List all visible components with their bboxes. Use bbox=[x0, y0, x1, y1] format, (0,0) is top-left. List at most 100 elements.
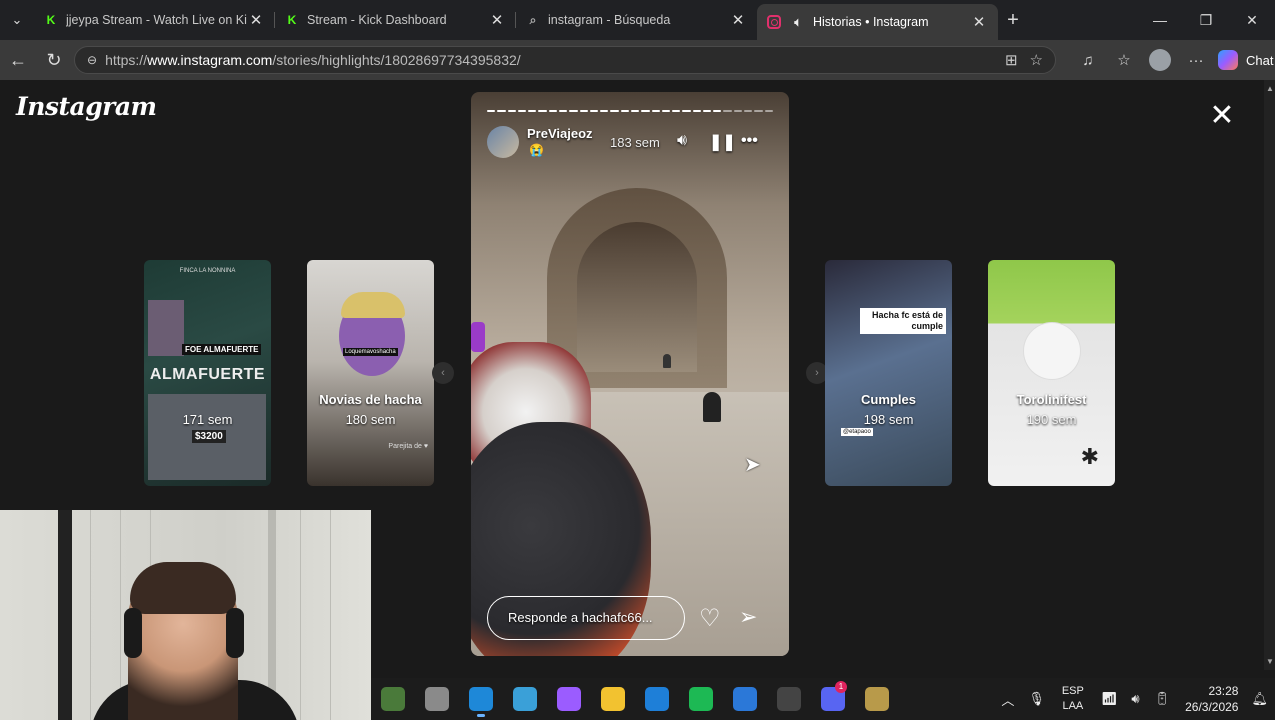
highlight-name: Novias de hacha bbox=[319, 392, 422, 407]
new-tab-plus-icon[interactable]: + bbox=[998, 9, 1028, 32]
league-icon[interactable] bbox=[855, 678, 899, 720]
highlight-preview-1[interactable]: FINCA LA NONNINA FOE ALMAFUERTE ALMAFUER… bbox=[144, 260, 271, 486]
overlay-tag: Parejita de ♥ bbox=[388, 443, 428, 450]
task-view-icon[interactable] bbox=[415, 678, 459, 720]
file-explorer-glyph bbox=[601, 687, 625, 711]
progress-segment bbox=[487, 110, 496, 112]
copilot-icon[interactable] bbox=[547, 678, 591, 720]
url-field[interactable]: ⊖ https://www.instagram.com/stories/high… bbox=[74, 46, 1056, 74]
story-username[interactable]: PreViajeoz bbox=[527, 126, 593, 141]
back-arrow-icon[interactable]: ← bbox=[0, 40, 36, 80]
blind-line bbox=[90, 510, 91, 720]
spotify-icon[interactable] bbox=[679, 678, 723, 720]
close-stories-icon[interactable]: ✕ bbox=[1207, 101, 1237, 131]
battery-icon[interactable]: 🔋︎ bbox=[1154, 691, 1171, 707]
minimize-icon[interactable]: — bbox=[1137, 0, 1183, 40]
notes-icon[interactable] bbox=[635, 678, 679, 720]
site-info-icon[interactable]: ⊖ bbox=[87, 53, 97, 67]
progress-segment bbox=[600, 110, 609, 112]
obs-icon[interactable] bbox=[767, 678, 811, 720]
close-tab-icon[interactable]: ✕ bbox=[729, 11, 747, 29]
close-tab-icon[interactable]: ✕ bbox=[970, 13, 988, 31]
microphone-icon[interactable]: 🎙︎ bbox=[1028, 691, 1045, 707]
favorites-icon[interactable]: ☆ bbox=[1106, 40, 1142, 80]
input-language[interactable]: ESP LAA bbox=[1062, 684, 1084, 714]
restore-icon[interactable]: ❐ bbox=[1183, 0, 1229, 40]
copilot-label: Chat bbox=[1246, 52, 1274, 68]
overlay-label: Hacha fc está de cumple bbox=[860, 308, 946, 334]
headphone-icon bbox=[226, 608, 244, 658]
close-tab-icon[interactable]: ✕ bbox=[247, 11, 265, 29]
notification-badge: 1 bbox=[835, 681, 847, 693]
discord-icon[interactable]: 1 bbox=[811, 678, 855, 720]
close-window-icon[interactable]: ✕ bbox=[1229, 0, 1275, 40]
reload-icon[interactable]: ↻ bbox=[36, 40, 72, 80]
more-menu-icon[interactable]: ··· bbox=[1178, 40, 1214, 80]
volume-icon[interactable]: 🔊︎ bbox=[1131, 691, 1139, 707]
active-story[interactable]: PreViajeoz 😭 183 sem 🔊︎ ❚❚ ••• Responde … bbox=[471, 92, 789, 656]
more-options-icon[interactable]: ••• bbox=[741, 132, 758, 150]
progress-segment bbox=[764, 110, 773, 112]
highlight-preview-3[interactable]: Hacha fc está de cumple @etapaoo Cumples… bbox=[825, 260, 952, 486]
tab-instagram-search[interactable]: ⌕ instagram - Búsqueda ✕ bbox=[516, 0, 757, 40]
overlay-sticker: @etapaoo bbox=[841, 428, 873, 436]
clock[interactable]: 23:28 26/3/2026 bbox=[1185, 683, 1238, 715]
reply-input[interactable]: Responde a hachafc66... bbox=[487, 596, 685, 640]
search-icon: ⌕ bbox=[529, 12, 537, 27]
progress-segment bbox=[528, 110, 537, 112]
send-icon[interactable]: ➢ bbox=[739, 604, 757, 630]
edge-icon[interactable] bbox=[459, 678, 503, 720]
wifi-icon[interactable]: 📶︎ bbox=[1101, 691, 1118, 707]
notifications-icon[interactable]: 🔔︎ bbox=[1251, 691, 1268, 707]
obs-glyph bbox=[777, 687, 801, 711]
tab-kick-dashboard[interactable]: K Stream - Kick Dashboard ✕ bbox=[275, 0, 516, 40]
notes-glyph bbox=[645, 687, 669, 711]
media-control-icon[interactable]: ♫ bbox=[1070, 40, 1106, 80]
highlight-preview-2[interactable]: Loquemavoshacha Parejita de ♥ Novias de … bbox=[307, 260, 434, 486]
date: 26/3/2026 bbox=[1185, 700, 1239, 714]
window-frame bbox=[58, 510, 72, 720]
tab-kick-stream[interactable]: K jjeypa Stream - Watch Live on Kick ✕ bbox=[34, 0, 275, 40]
pause-icon[interactable]: ❚❚ bbox=[709, 132, 736, 152]
tab-instagram-stories[interactable]: 🔈︎ Historias • Instagram ✕ bbox=[757, 4, 998, 40]
close-tab-icon[interactable]: ✕ bbox=[488, 11, 506, 29]
collage-photo bbox=[148, 300, 184, 356]
profile-avatar[interactable] bbox=[1142, 40, 1178, 80]
story-progress-bar bbox=[487, 110, 773, 112]
kick-app-glyph bbox=[513, 687, 537, 711]
app-available-icon[interactable]: ⊞ bbox=[1005, 51, 1018, 69]
favorite-star-icon[interactable]: ☆ bbox=[1030, 51, 1043, 69]
instagram-logo[interactable]: Instagram bbox=[16, 92, 157, 121]
progress-segment bbox=[692, 110, 701, 112]
tab-list-chevron-icon[interactable]: ⌄ bbox=[0, 0, 34, 40]
vertical-scrollbar[interactable]: ▲ ▼ bbox=[1264, 80, 1275, 670]
system-tray: ︿ 🎙︎ ESP LAA 📶︎ 🔊︎ 🔋︎ 23:28 26/3/2026 🔔︎ bbox=[994, 678, 1275, 720]
widgets-glyph bbox=[381, 687, 405, 711]
copilot-chat-button[interactable]: Chat bbox=[1218, 50, 1273, 70]
file-explorer-icon[interactable] bbox=[591, 678, 635, 720]
tab-title: instagram - Búsqueda bbox=[548, 13, 671, 27]
progress-segment bbox=[579, 110, 588, 112]
league-glyph bbox=[865, 687, 889, 711]
widgets-icon[interactable] bbox=[371, 678, 415, 720]
scroll-down-icon[interactable]: ▼ bbox=[1266, 657, 1274, 666]
address-toolbar: ← ↻ ⊖ https://www.instagram.com/stories/… bbox=[0, 40, 1275, 80]
store-icon[interactable] bbox=[723, 678, 767, 720]
progress-segment bbox=[682, 110, 691, 112]
kick-app-icon[interactable] bbox=[503, 678, 547, 720]
story-emoji: 😭 bbox=[529, 143, 544, 157]
edge-glyph bbox=[469, 687, 493, 711]
avatar[interactable] bbox=[487, 126, 519, 158]
horizontal-scrollbar[interactable] bbox=[371, 670, 1275, 678]
like-heart-icon[interactable]: ♡ bbox=[699, 604, 721, 633]
scroll-up-icon[interactable]: ▲ bbox=[1266, 84, 1274, 93]
copilot-icon bbox=[1218, 50, 1238, 70]
task-view-glyph bbox=[425, 687, 449, 711]
previous-story-arrow-icon[interactable]: ‹ bbox=[432, 362, 454, 384]
volume-icon[interactable]: 🔊︎ bbox=[677, 132, 687, 150]
scribble-icon: ✱ bbox=[1080, 444, 1099, 469]
highlight-preview-4[interactable]: Torolinifest 190 sem ✱ bbox=[988, 260, 1115, 486]
taskbar-apps: 1 bbox=[371, 678, 899, 720]
speaker-icon[interactable]: 🔈︎ bbox=[791, 15, 805, 29]
show-hidden-icons-chevron-icon[interactable]: ︿ bbox=[1001, 690, 1014, 709]
